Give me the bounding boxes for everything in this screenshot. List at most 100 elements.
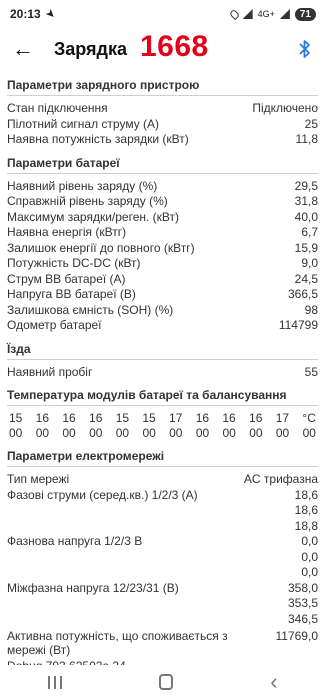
row-hv-voltage: Напруга ВВ батареї (В) 366,5	[7, 287, 318, 303]
balance-value: 00	[169, 426, 183, 440]
row-label: Залишок енергії до повного (кВтг)	[7, 240, 195, 255]
balance-value: 00	[115, 426, 130, 440]
divider	[7, 466, 318, 467]
row-value: 0,0	[301, 565, 318, 579]
row-value: 40,0	[294, 209, 318, 224]
row-label: Потужність DC-DC (кВт)	[7, 256, 141, 270]
home-icon[interactable]	[159, 674, 174, 690]
row-dcdc-power: Потужність DC-DC (кВт) 9,0	[7, 256, 318, 272]
row-range: Наявний пробіг 55	[7, 365, 318, 381]
row-soc-real: Справжній рівень заряду (%) 31,8	[7, 194, 318, 210]
row-soc-display: Наявний рівень заряду (%) 29,5	[7, 179, 318, 195]
temp-value: 16	[195, 411, 210, 425]
page-title: Зарядка	[54, 38, 127, 59]
content: Параметри зарядного пристрою Стан підклю…	[0, 70, 326, 675]
temp-value: 15	[115, 411, 130, 425]
row-hv-current: Струм ВВ батареї (А) 24,5	[7, 272, 318, 288]
divider	[7, 405, 318, 406]
balance-value: 00	[195, 426, 210, 440]
row-value: 18,8	[294, 518, 318, 533]
row-value: 0,0	[301, 534, 318, 548]
balancing-row: 00 00 00 00 00 00 00 00 00 00 00 00	[7, 426, 318, 441]
row-label: Струм ВВ батареї (А)	[7, 271, 126, 286]
row-value: 6,7	[301, 225, 318, 239]
row-label: Максимум зарядки/реген. (кВт)	[7, 209, 180, 224]
section-title-battery: Параметри батареї	[7, 155, 120, 170]
signal-icon	[279, 9, 290, 19]
recent-apps-icon[interactable]	[48, 675, 63, 689]
row-connection-state: Стан підключення Підключено	[7, 101, 318, 117]
row-label: Активна потужність, що споживається з ме…	[7, 629, 228, 657]
row-phase-current-3: 18,8	[7, 519, 318, 535]
row-value: 24,5	[294, 271, 318, 286]
temp-value: 16	[35, 411, 50, 425]
row-label: Наявна потужність зарядки (кВт)	[7, 132, 189, 146]
row-value: 9,0	[301, 256, 318, 270]
row-label: Стан підключення	[7, 101, 108, 115]
row-phase-current: Фазові струми (серед.кв.) 1/2/3 (А) 18,6	[7, 488, 318, 504]
system-nav-bar: ‹	[0, 665, 326, 699]
row-value: 31,8	[294, 194, 318, 208]
row-value: 11769,0	[275, 629, 319, 643]
row-label: Залишкова ємність (SOH) (%)	[7, 302, 174, 317]
balance-value: 00	[62, 426, 76, 440]
row-max-charge: Максимум зарядки/реген. (кВт) 40,0	[7, 210, 318, 226]
bluetooth-icon[interactable]	[298, 39, 312, 59]
row-label: Наявна енергія (кВтг)	[7, 225, 127, 239]
row-value: 55	[304, 364, 318, 379]
status-bar: 20:13 ➤ 4G+ 71	[0, 0, 326, 28]
balance-value: 00	[222, 426, 236, 440]
row-value: AC трифазна	[243, 472, 318, 486]
row-value: 29,5	[294, 178, 318, 193]
temp-value: 17	[169, 411, 183, 425]
section-title-charger: Параметри зарядного пристрою	[7, 78, 200, 92]
row-value: 98	[304, 302, 318, 317]
balance-value: 00	[249, 426, 263, 440]
balance-value: 00	[302, 426, 316, 440]
row-value: 366,5	[287, 287, 318, 301]
row-line-voltage: Міжфазна напруга 12/23/31 (В) 358,0	[7, 581, 318, 597]
row-label: Справжній рівень заряду (%)	[7, 194, 168, 208]
network-type: 4G+	[257, 9, 275, 19]
row-value: 358,0	[287, 580, 318, 595]
overlay-number: 1668	[140, 30, 209, 63]
row-soh: Залишкова ємність (SOH) (%) 98	[7, 303, 318, 319]
divider	[7, 95, 318, 96]
row-value: 25	[304, 116, 318, 131]
row-label: Наявний пробіг	[7, 364, 93, 379]
row-line-voltage-3: 346,5	[7, 612, 318, 628]
divider	[7, 358, 318, 360]
row-value: Підключено	[252, 101, 318, 115]
back-arrow-icon[interactable]: ←	[12, 38, 36, 60]
row-label: Наявний рівень заряду (%)	[7, 178, 158, 193]
row-value: 18,6	[294, 487, 318, 502]
balance-value: 00	[142, 426, 156, 440]
navigation-icon: ➤	[43, 7, 57, 21]
temp-unit: °C	[302, 411, 316, 425]
temp-value: 17	[275, 411, 290, 425]
balance-value: 00	[35, 426, 50, 440]
row-phase-voltage-3: 0,0	[7, 565, 318, 581]
temp-value: 15	[9, 411, 23, 425]
back-chevron-icon[interactable]: ‹	[270, 671, 277, 693]
app-bar: ← Зарядка 1668	[0, 28, 326, 70]
temperature-row: 15 16 16 16 15 15 17 16 16 16 17 °C	[7, 411, 318, 426]
row-odometer: Одометр батареї 114799	[7, 318, 318, 334]
balance-value: 00	[9, 426, 23, 440]
row-value: 15,9	[294, 240, 318, 255]
temp-value: 16	[89, 411, 103, 425]
row-active-power: Активна потужність, що споживається з ме…	[7, 629, 318, 657]
row-label: Тип мережі	[7, 472, 70, 486]
clock: 20:13	[10, 7, 41, 21]
section-title-trip: Їзда	[7, 341, 31, 356]
row-label: Напруга ВВ батареї (В)	[7, 287, 136, 301]
balance-value: 00	[89, 426, 103, 440]
row-phase-current-2: 18,6	[7, 503, 318, 519]
row-value: 0,0	[301, 549, 318, 564]
temp-value: 15	[142, 411, 156, 425]
signal-icon	[242, 9, 253, 19]
temp-value: 16	[249, 411, 263, 425]
row-line-voltage-2: 353,5	[7, 596, 318, 612]
row-energy-to-full: Залишок енергії до повного (кВтг) 15,9	[7, 241, 318, 257]
row-available-power: Наявна потужність зарядки (кВт) 11,8	[7, 132, 318, 148]
